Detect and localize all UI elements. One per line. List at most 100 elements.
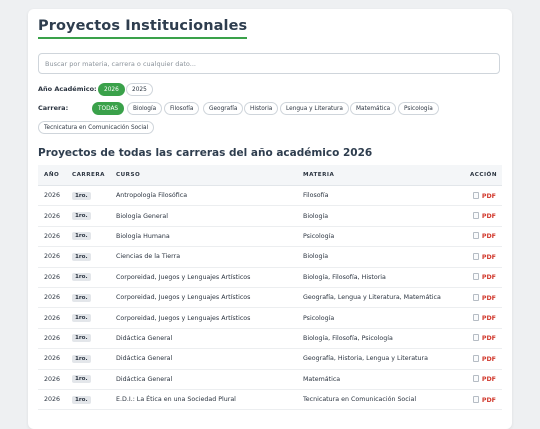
cell-year: 2026 xyxy=(38,246,66,268)
search-input[interactable] xyxy=(38,53,500,74)
cell-action: PDF xyxy=(462,389,502,411)
cell-action: PDF xyxy=(462,246,502,268)
course-badge: 1ro. xyxy=(72,232,91,241)
cell-subject: E.D.I.: La Ética en una Sociedad Plural xyxy=(110,389,297,411)
projects-card: Proyectos Institucionales Año Académico:… xyxy=(28,9,512,429)
pdf-link[interactable]: PDF xyxy=(472,354,496,363)
cell-career: Geografía, Historia, Lengua y Literatura xyxy=(297,348,462,370)
pdf-link[interactable]: PDF xyxy=(472,375,496,384)
cell-course: 1ro. xyxy=(66,267,110,288)
cell-year: 2026 xyxy=(38,226,66,248)
pdf-link[interactable]: PDF xyxy=(472,273,496,282)
cell-career: Psicología xyxy=(297,307,462,329)
course-badge: 1ro. xyxy=(72,395,91,404)
file-icon xyxy=(472,395,479,403)
cell-career: Psicología xyxy=(297,226,462,248)
course-badge: 1ro. xyxy=(72,212,91,221)
career-chip-psicología[interactable]: Psicología xyxy=(398,102,439,115)
career-chip-lengua-y-literatura[interactable]: Lengua y Literatura xyxy=(280,102,349,115)
course-badge: 1ro. xyxy=(72,375,91,384)
cell-career: Biología xyxy=(297,246,462,268)
cell-action: PDF xyxy=(462,267,502,288)
pdf-label: PDF xyxy=(481,253,496,261)
career-chip-matemática[interactable]: Matemática xyxy=(350,102,397,115)
pdf-link[interactable]: PDF xyxy=(472,252,496,261)
cell-subject: Didáctica General xyxy=(110,369,297,390)
pdf-label: PDF xyxy=(481,376,496,384)
pdf-link[interactable]: PDF xyxy=(472,212,496,220)
pdf-label: PDF xyxy=(481,396,496,404)
table-header-row: AÑO CARRERA CURSO MATERIA ACCIÓN xyxy=(38,165,502,186)
pdf-link[interactable]: PDF xyxy=(472,314,496,323)
course-badge: 1ro. xyxy=(72,252,91,261)
career-chip-geografía[interactable]: Geografía xyxy=(203,102,244,115)
cell-subject: Antropología Filosófica xyxy=(110,185,297,207)
career-chip-filosofía[interactable]: Filosofía xyxy=(164,102,200,115)
file-icon xyxy=(472,293,479,301)
career-chip-historia[interactable]: Historia xyxy=(244,102,279,115)
cell-subject: Biología Humana xyxy=(110,226,297,248)
cell-course: 1ro. xyxy=(66,328,110,350)
year-chip-2026[interactable]: 2026 xyxy=(98,83,125,96)
cell-year: 2026 xyxy=(38,348,66,370)
cell-career: Biología, Filosofía, Psicología xyxy=(297,328,462,350)
file-icon xyxy=(472,191,479,199)
cell-year: 2026 xyxy=(38,389,66,411)
cell-career: Tecnicatura en Comunicación Social xyxy=(297,389,462,411)
file-icon xyxy=(472,252,479,260)
cell-year: 2026 xyxy=(38,205,66,227)
career-chip-biología[interactable]: Biología xyxy=(127,102,163,115)
cell-action: PDF xyxy=(462,328,502,350)
cell-course: 1ro. xyxy=(66,185,110,207)
cell-course: 1ro. xyxy=(66,389,110,411)
cell-course: 1ro. xyxy=(66,226,110,248)
header-year: AÑO xyxy=(38,165,66,186)
cell-course: 1ro. xyxy=(66,307,110,329)
cell-action: PDF xyxy=(462,348,502,370)
file-icon xyxy=(472,375,479,383)
career-chip-todas[interactable]: TODAS xyxy=(92,102,125,115)
cell-course: 1ro. xyxy=(66,287,110,309)
pdf-label: PDF xyxy=(481,315,496,323)
cell-course: 1ro. xyxy=(66,348,110,370)
cell-career: Biología xyxy=(297,205,462,227)
table-row: 2026 1ro. Corporeidad, Juegos y Lenguajes … xyxy=(38,307,502,329)
file-icon xyxy=(472,273,479,281)
cell-year: 2026 xyxy=(38,307,66,329)
table-row: 2026 1ro. Biología General Biología PDF xyxy=(38,205,502,227)
cell-course: 1ro. xyxy=(66,246,110,268)
projects-table: AÑO CARRERA CURSO MATERIA ACCIÓN 2026 1ro… xyxy=(38,165,502,411)
year-chip-2025[interactable]: 2025 xyxy=(126,83,153,96)
course-badge: 1ro. xyxy=(72,191,91,200)
cell-subject: Biología General xyxy=(110,205,297,227)
pdf-label: PDF xyxy=(481,355,496,363)
cell-year: 2026 xyxy=(38,328,66,350)
cell-subject: Ciencias de la Tierra xyxy=(110,246,297,268)
career-chip-tecnicatura-en-comunicación-social[interactable]: Tecnicatura en Comunicación Social xyxy=(38,121,155,134)
table-row: 2026 1ro. Ciencias de la Tierra Biología PDF xyxy=(38,246,502,268)
file-icon xyxy=(472,314,479,322)
cell-action: PDF xyxy=(462,185,502,207)
course-badge: 1ro. xyxy=(72,354,91,363)
year-filter-label: Año Académico: xyxy=(38,85,97,93)
course-badge: 1ro. xyxy=(72,273,91,282)
pdf-link[interactable]: PDF xyxy=(472,191,496,200)
table-row: 2026 1ro. Antropología Filosófica Filosofía… xyxy=(38,185,502,207)
cell-career: Geografía, Lengua y Literatura, Matemáti… xyxy=(297,287,462,309)
pdf-link[interactable]: PDF xyxy=(472,293,496,302)
cell-year: 2026 xyxy=(38,267,66,288)
pdf-link[interactable]: PDF xyxy=(472,395,496,404)
header-course: CURSO xyxy=(110,165,297,186)
cell-action: PDF xyxy=(462,205,502,227)
file-icon xyxy=(472,334,479,342)
cell-subject: Corporeidad, Juegos y Lenguajes Artístic… xyxy=(110,267,297,288)
pdf-link[interactable]: PDF xyxy=(472,232,496,240)
pdf-label: PDF xyxy=(481,294,496,302)
cell-year: 2026 xyxy=(38,287,66,309)
header-action: ACCIÓN xyxy=(462,165,502,186)
header-career: CARRERA xyxy=(66,165,110,186)
pdf-label: PDF xyxy=(481,274,496,282)
course-badge: 1ro. xyxy=(72,334,91,343)
header-subject: MATERIA xyxy=(297,165,462,186)
pdf-link[interactable]: PDF xyxy=(472,334,496,342)
